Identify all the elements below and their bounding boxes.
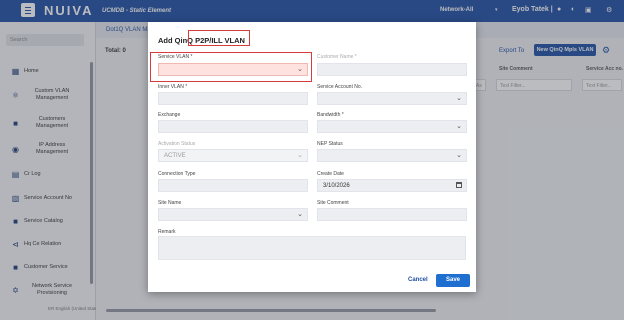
site-name-select[interactable]: ⌄ [158, 208, 308, 221]
service-vlan-select[interactable]: ⌄ [158, 63, 308, 76]
exchange-field[interactable] [158, 120, 308, 133]
customer-name-label: Customer Name * [317, 54, 357, 60]
activation-status-select: ACTIVE ⌄ [158, 149, 308, 162]
calendar-icon[interactable] [456, 182, 462, 188]
nep-status-label: NEP Status [317, 141, 343, 147]
inner-vlan-field[interactable] [158, 92, 308, 105]
save-button[interactable]: Save [436, 274, 470, 287]
remark-label: Remark [158, 229, 176, 235]
chevron-down-icon: ⌄ [456, 152, 462, 159]
create-date-label: Create Date [317, 171, 344, 177]
remark-textarea[interactable] [158, 236, 466, 260]
connection-type-field[interactable] [158, 179, 308, 192]
create-date-value: 3/10/2026 [323, 183, 350, 189]
service-vlan-label: Service VLAN * [158, 54, 193, 60]
bandwidth-select[interactable]: ⌄ [317, 120, 467, 133]
exchange-label: Exchange [158, 112, 181, 118]
service-account-label: Service Account No. [317, 84, 363, 90]
activation-status-value: ACTIVE [164, 153, 186, 159]
site-comment-field[interactable] [317, 208, 467, 221]
chevron-down-icon: ⌄ [456, 123, 462, 130]
service-account-select[interactable]: ⌄ [317, 92, 467, 105]
title-highlight-box [188, 30, 250, 46]
site-comment-label: Site Comment [317, 200, 349, 206]
inner-vlan-label: Inner VLAN * [158, 84, 188, 90]
site-name-label: Site Name [158, 200, 182, 206]
chevron-down-icon: ⌄ [297, 152, 303, 159]
chevron-down-icon: ⌄ [297, 66, 303, 73]
create-date-field[interactable]: 3/10/2026 [317, 179, 467, 192]
nep-status-select[interactable]: ⌄ [317, 149, 467, 162]
chevron-down-icon: ⌄ [456, 95, 462, 102]
bandwidth-label: Bandwidth * [317, 112, 344, 118]
cancel-button[interactable]: Cancel [408, 277, 428, 283]
add-vlan-dialog: Add QinQ P2P/ILL VLAN Service VLAN * ⌄ C… [148, 22, 476, 292]
connection-type-label: Connection Type [158, 171, 196, 177]
activation-status-label: Activation Status [158, 141, 196, 147]
customer-name-field[interactable] [317, 63, 467, 76]
chevron-down-icon: ⌄ [297, 211, 303, 218]
